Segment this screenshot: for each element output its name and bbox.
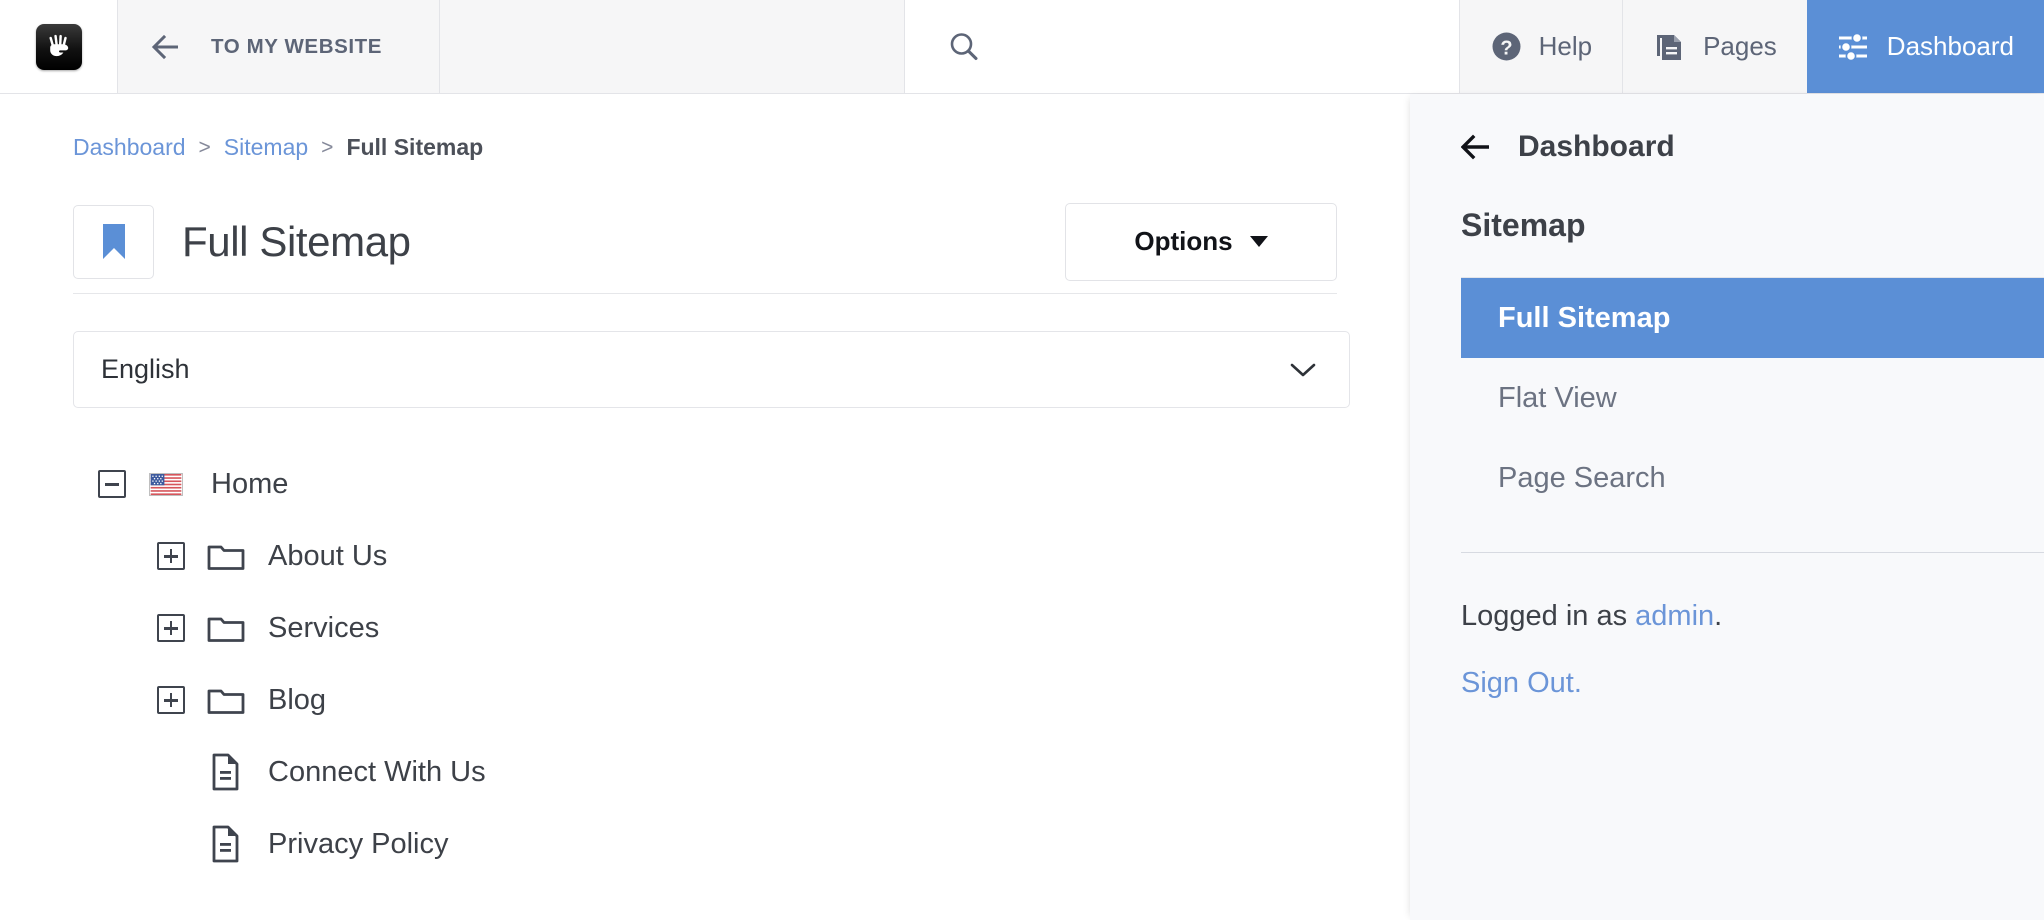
sidebar-item-label: Page Search (1498, 461, 1666, 494)
to-my-website-button[interactable]: TO MY WEBSITE (118, 0, 440, 93)
folder-icon (206, 612, 246, 644)
language-select-value: English (101, 354, 190, 384)
search-input[interactable] (905, 0, 1460, 93)
pages-button[interactable]: Pages (1622, 0, 1807, 93)
top-bar: TO MY WEBSITE ? Help Pages Dashboard (0, 0, 2044, 94)
to-my-website-label: TO MY WEBSITE (211, 34, 383, 58)
logo-cell[interactable] (0, 0, 118, 93)
hand-glyph (48, 34, 68, 56)
logged-in-suffix: . (1714, 600, 1723, 632)
expand-toggle-plus-icon[interactable] (157, 614, 185, 642)
help-button[interactable]: ? Help (1459, 0, 1623, 93)
expand-toggle-plus-icon[interactable] (157, 686, 185, 714)
tree-node-label[interactable]: Home (211, 468, 288, 501)
page-icon-container (73, 204, 154, 279)
svg-text:?: ? (1500, 38, 1512, 60)
bookmark-icon (102, 223, 125, 259)
sidebar-section-title: Sitemap (1461, 207, 1586, 243)
tree-node-label[interactable]: Privacy Policy (268, 828, 449, 861)
sign-out-row: Sign Out. (1410, 633, 2044, 700)
breadcrumb: Dashboard > Sitemap > Full Sitemap (0, 94, 1410, 161)
page-glyph (212, 825, 239, 863)
tree-node-label[interactable]: Services (268, 612, 379, 645)
pages-icon (1657, 34, 1682, 60)
concrete5-hand-logo-icon[interactable] (35, 23, 82, 70)
tree-row: Blog (0, 664, 1410, 736)
breadcrumb-item-sitemap[interactable]: Sitemap (224, 134, 308, 161)
folder-icon (206, 540, 246, 572)
folder-icon (206, 684, 246, 716)
dashboard-label: Dashboard (1886, 30, 2014, 61)
tree-row: Connect With Us (0, 736, 1410, 808)
sitemap-tree: Home About Us Services Blog Connect With… (0, 448, 1410, 880)
tree-row: About Us (0, 520, 1410, 592)
chevron-down-icon (1249, 236, 1268, 247)
tree-node-label[interactable]: Connect With Us (268, 756, 486, 789)
sidebar-item-full-sitemap[interactable]: Full Sitemap (1461, 278, 2044, 358)
sign-out-link[interactable]: Sign Out. (1461, 667, 1582, 699)
options-button[interactable]: Options (1065, 202, 1337, 281)
sidebar-item-label: Full Sitemap (1498, 301, 1671, 334)
arrow-left-icon (1461, 134, 1489, 160)
tree-row: Home (0, 448, 1410, 520)
logged-in-prefix: Logged in as (1461, 600, 1636, 632)
expand-toggle-plus-icon[interactable] (157, 542, 185, 570)
tree-row: Privacy Policy (0, 808, 1410, 880)
page-header: Full Sitemap Options (73, 190, 1337, 294)
arrow-left-icon (151, 34, 178, 59)
main-content: Dashboard > Sitemap > Full Sitemap Full … (0, 94, 1410, 920)
dashboard-button[interactable]: Dashboard (1806, 0, 2044, 93)
flag-us-icon (146, 472, 186, 496)
logged-in-user-link[interactable]: admin (1635, 600, 1714, 632)
sidebar-item-page-search[interactable]: Page Search (1461, 438, 2044, 518)
page-icon (206, 752, 246, 792)
breadcrumb-item-dashboard[interactable]: Dashboard (73, 134, 186, 161)
page-title: Full Sitemap (182, 217, 411, 265)
page-icon (206, 824, 246, 864)
breadcrumb-item-full-sitemap: Full Sitemap (346, 134, 484, 160)
sidebar-back-label: Dashboard (1518, 130, 1675, 163)
sidebar-item-flat-view[interactable]: Flat View (1461, 358, 2044, 438)
folder-glyph (207, 617, 245, 642)
page-header-left: Full Sitemap (73, 204, 411, 279)
search-icon (950, 32, 978, 60)
tree-node-label[interactable]: Blog (268, 684, 326, 717)
tree-row: Services (0, 592, 1410, 664)
topbar-spacer (440, 0, 905, 93)
options-label: Options (1134, 226, 1233, 256)
chevron-down-icon (1290, 363, 1316, 376)
collapse-toggle-minus-icon[interactable] (98, 470, 126, 498)
sidebar-back-button[interactable]: Dashboard (1410, 94, 2044, 164)
help-label: Help (1538, 30, 1593, 61)
tree-node-label[interactable]: About Us (268, 540, 387, 573)
pages-label: Pages (1703, 30, 1777, 61)
flag-us-glyph (149, 472, 183, 496)
folder-glyph (207, 545, 245, 570)
page-glyph (212, 753, 239, 791)
logged-in-status: Logged in as admin. (1410, 553, 2044, 633)
question-circle-icon: ? (1492, 32, 1521, 61)
sidebar-item-label: Flat View (1498, 381, 1617, 414)
breadcrumb-separator: > (198, 135, 211, 159)
breadcrumb-separator: > (321, 135, 334, 159)
language-select[interactable]: English (73, 331, 1350, 408)
dashboard-sidebar: Dashboard Sitemap Full Sitemap Flat View… (1410, 94, 2044, 920)
folder-glyph (207, 689, 245, 714)
sliders-icon (1838, 32, 1867, 61)
